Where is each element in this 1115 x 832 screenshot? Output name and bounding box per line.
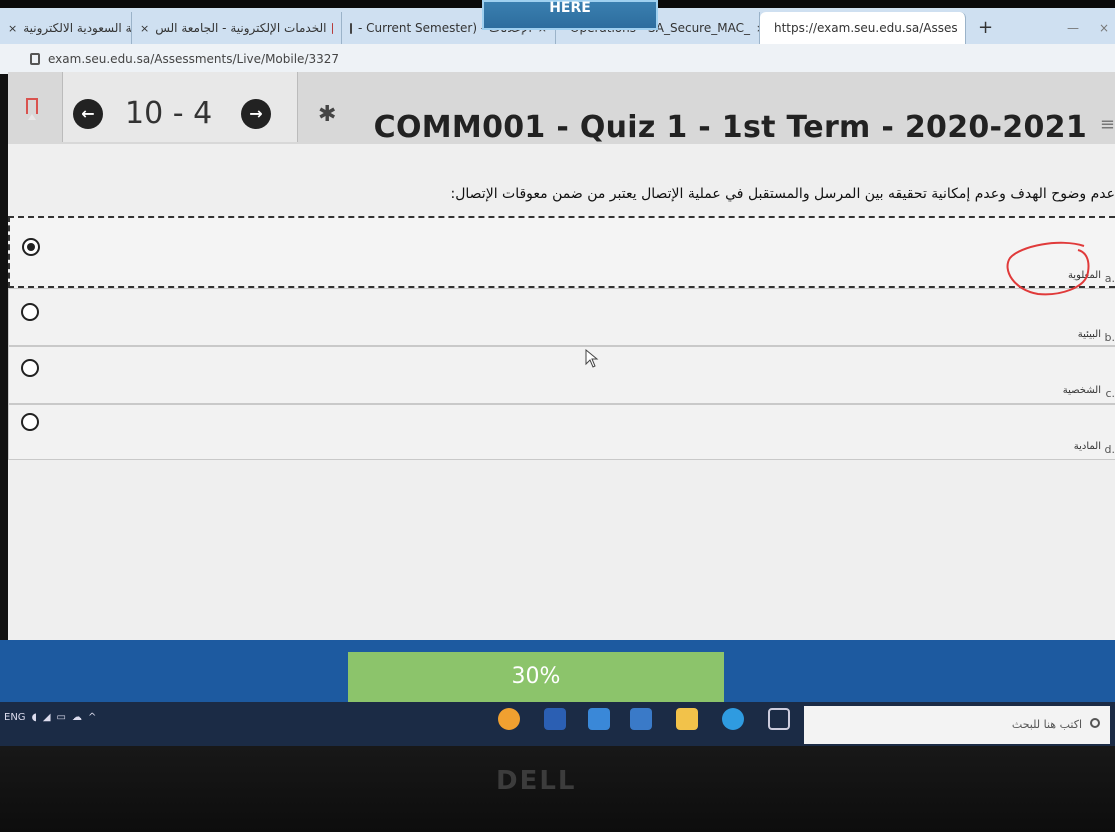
tab-label: الخدمات الإلكترونية - الجامعة الس (155, 21, 327, 35)
window-close-button[interactable]: × (1093, 12, 1115, 44)
quiz-toolbar: ← 10 - 4 → ✱ COMM001 - Quiz 1 - 1st Term… (8, 72, 1115, 145)
option-label: المادية (1073, 441, 1101, 452)
photo-frame: HERE × الجامعة السعودية الالكترونية × ال… (0, 0, 1115, 832)
edge-icon[interactable] (722, 708, 744, 730)
option-letter: d. (1104, 443, 1115, 456)
window-minimize-button[interactable]: — (1053, 12, 1093, 44)
tab-seu-home[interactable]: × الجامعة السعودية الالكترونية (0, 12, 132, 44)
tab-label: https://exam.seu.edu.sa/Asses (774, 21, 958, 35)
chrome-icon[interactable] (498, 708, 520, 730)
option-label: البيئية (1077, 329, 1101, 340)
question-counter: 10 - 4 (125, 96, 213, 131)
search-placeholder: اكتب هنا للبحث (1011, 718, 1082, 731)
dell-logo: DELL (496, 766, 577, 796)
progress-percentage: 30% (511, 664, 561, 689)
tab-close-icon[interactable]: × (140, 22, 149, 35)
answer-option-c[interactable]: الشخصية c. (8, 346, 1115, 404)
chevron-up-icon[interactable]: ^ (88, 712, 96, 723)
radio-unselected[interactable] (21, 303, 39, 321)
radio-unselected[interactable] (21, 359, 39, 377)
quiz-content: عدم وضوح الهدف وعدم إمكانية تحقيقه بين ا… (8, 144, 1115, 644)
lock-icon (30, 53, 40, 65)
tab-label: الجامعة السعودية الالكترونية (23, 21, 132, 35)
system-tray: ENG ◖ ◢ ▭ ☁ ^ (4, 712, 96, 723)
task-view-icon[interactable] (768, 708, 790, 730)
option-label: الشخصية (1062, 385, 1101, 396)
tab-close-icon[interactable]: × (8, 22, 17, 35)
address-bar[interactable]: exam.seu.edu.sa/Assessments/Live/Mobile/… (0, 44, 1115, 74)
network-icon[interactable]: ◢ (43, 712, 51, 723)
radio-selected[interactable] (22, 238, 40, 256)
radio-unselected[interactable] (21, 413, 39, 431)
url-text[interactable]: exam.seu.edu.sa/Assessments/Live/Mobile/… (48, 52, 339, 66)
cloud-icon[interactable]: ☁ (72, 712, 82, 723)
app-icon (332, 22, 333, 34)
answer-option-d[interactable]: المادية d. (8, 404, 1115, 460)
mail-icon[interactable] (588, 708, 610, 730)
overlay-banner: HERE (482, 0, 658, 30)
answer-option-a[interactable]: المعلوية a. (8, 216, 1115, 288)
battery-icon[interactable]: ▭ (57, 712, 66, 723)
option-letter: c. (1105, 387, 1115, 400)
language-indicator[interactable]: ENG (4, 712, 26, 723)
menu-icon[interactable]: ≡ (1100, 114, 1115, 135)
tab-eservices[interactable]: × الخدمات الإلكترونية - الجامعة الس (132, 12, 342, 44)
answer-option-b[interactable]: البيئية b. (8, 288, 1115, 346)
mouse-pointer-icon (585, 349, 599, 368)
option-label: المعلوية (1067, 270, 1101, 281)
app-icon (350, 22, 352, 34)
taskbar-search-box[interactable]: اكتب هنا للبحث (804, 706, 1110, 744)
next-question-button[interactable]: → (241, 99, 271, 129)
tab-exam-active[interactable]: https://exam.seu.edu.sa/Asses × (760, 12, 966, 44)
folder-icon[interactable] (676, 708, 698, 730)
option-letter: b. (1104, 331, 1115, 344)
store-icon[interactable] (630, 708, 652, 730)
previous-question-button[interactable]: ← (73, 99, 103, 129)
search-icon (1090, 718, 1100, 728)
gear-icon[interactable]: ✱ (318, 102, 336, 127)
new-tab-button[interactable]: + (966, 12, 1005, 44)
option-letter: a. (1104, 272, 1115, 285)
bookmark-icon[interactable] (26, 98, 38, 120)
page-title: COMM001 - Quiz 1 - 1st Term - 2020-2021 (373, 110, 1087, 145)
question-navigator: ← 10 - 4 → (62, 72, 298, 142)
word-icon[interactable] (544, 708, 566, 730)
question-text: عدم وضوح الهدف وعدم إمكانية تحقيقه بين ا… (450, 186, 1115, 202)
volume-icon[interactable]: ◖ (32, 712, 37, 723)
